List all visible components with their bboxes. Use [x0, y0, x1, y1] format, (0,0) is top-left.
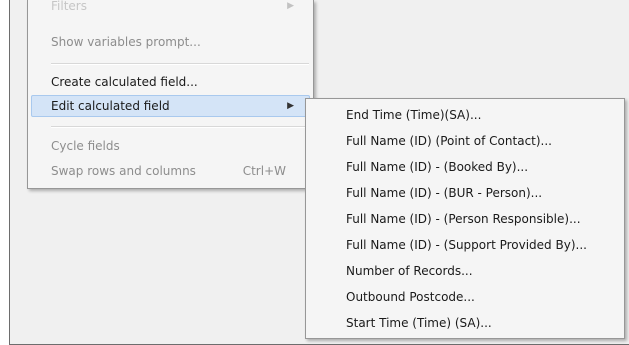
- submenu-arrow-icon: ▶: [287, 101, 294, 111]
- submenu-item-label: Full Name (ID) - (Support Provided By)..…: [346, 238, 587, 252]
- menu-item-shortcut: Ctrl+W: [242, 164, 286, 178]
- menu-item-label: Show variables prompt...: [51, 35, 201, 49]
- menu-item-edit-calculated-field[interactable]: Edit calculated field ▶: [31, 95, 310, 117]
- menu-item-label: Filters: [51, 0, 87, 13]
- submenu-arrow-icon: ▶: [287, 1, 294, 11]
- menu-separator: [51, 63, 309, 65]
- submenu-item-end-time[interactable]: End Time (Time)(SA)...: [308, 103, 622, 127]
- menu-item-label: Edit calculated field: [51, 99, 170, 113]
- submenu-item-outbound-postcode[interactable]: Outbound Postcode...: [308, 285, 622, 309]
- menu-separator: [51, 126, 309, 128]
- submenu-item-full-name-support-provided-by[interactable]: Full Name (ID) - (Support Provided By)..…: [308, 233, 622, 257]
- edit-calculated-field-submenu: End Time (Time)(SA)... Full Name (ID) (P…: [305, 98, 625, 339]
- screen: Filters ▶ Show variables prompt... Creat…: [0, 0, 629, 345]
- submenu-item-label: Full Name (ID) - (BUR - Person)...: [346, 186, 543, 200]
- submenu-item-label: Full Name (ID) - (Booked By)...: [346, 160, 529, 174]
- submenu-item-number-of-records[interactable]: Number of Records...: [308, 259, 622, 283]
- submenu-item-label: Outbound Postcode...: [346, 290, 475, 304]
- context-menu: Filters ▶ Show variables prompt... Creat…: [27, 0, 314, 189]
- menu-item-label: Create calculated field...: [51, 75, 198, 89]
- submenu-item-full-name-person-responsible[interactable]: Full Name (ID) - (Person Responsible)...: [308, 207, 622, 231]
- submenu-item-label: Full Name (ID) (Point of Contact)...: [346, 134, 552, 148]
- menu-item-label: Swap rows and columns: [51, 164, 196, 178]
- submenu-item-label: Start Time (Time) (SA)...: [346, 316, 492, 330]
- menu-item-cycle-fields: Cycle fields: [31, 135, 310, 157]
- submenu-item-start-time[interactable]: Start Time (Time) (SA)...: [308, 311, 622, 335]
- menu-item-swap-rows-and-columns: Swap rows and columns Ctrl+W: [31, 160, 310, 182]
- menu-item-label: Cycle fields: [51, 139, 120, 153]
- submenu-item-label: Full Name (ID) - (Person Responsible)...: [346, 212, 581, 226]
- submenu-item-label: Number of Records...: [346, 264, 473, 278]
- menu-item-filters: Filters ▶: [31, 0, 310, 17]
- submenu-item-full-name-bur-person[interactable]: Full Name (ID) - (BUR - Person)...: [308, 181, 622, 205]
- submenu-item-full-name-point-of-contact[interactable]: Full Name (ID) (Point of Contact)...: [308, 129, 622, 153]
- submenu-item-label: End Time (Time)(SA)...: [346, 108, 482, 122]
- menu-item-create-calculated-field[interactable]: Create calculated field...: [31, 71, 310, 93]
- menu-item-show-variables-prompt: Show variables prompt...: [31, 31, 310, 53]
- submenu-item-full-name-booked-by[interactable]: Full Name (ID) - (Booked By)...: [308, 155, 622, 179]
